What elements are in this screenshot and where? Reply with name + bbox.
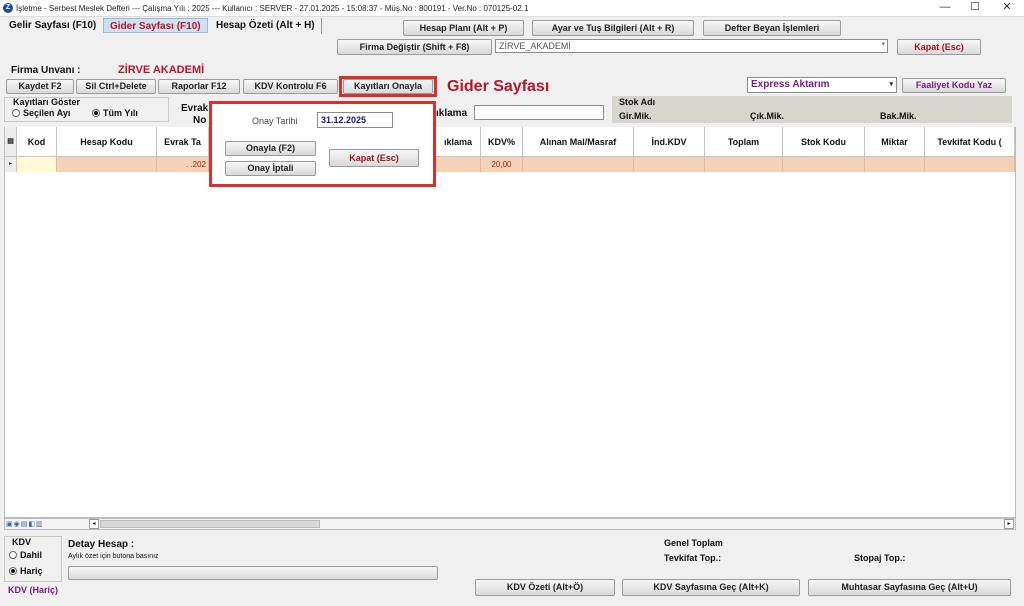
- title-bar: Z İşletme - Serbest Meslek Defteri --- Ç…: [0, 0, 1024, 17]
- kdv-group-label: KDV: [12, 537, 32, 547]
- firma-unvani-value: ZİRVE AKADEMİ: [118, 64, 205, 76]
- kdv-kontrolu-button[interactable]: KDV Kontrolu F6: [243, 79, 338, 94]
- aciklama-input[interactable]: [474, 105, 604, 120]
- row-cell-miktar[interactable]: [865, 157, 925, 172]
- tum-yili-label: Tüm Yılı: [103, 108, 138, 118]
- tevkifat-top-label: Tevkifat Top.:: [664, 553, 722, 563]
- onay-tarihi-label: Onay Tarihi: [252, 116, 298, 126]
- maximize-button[interactable]: ☐: [960, 1, 990, 15]
- stopaj-top-label: Stopaj Top.:: [854, 553, 906, 563]
- gir-mik-label: Gir.Mik.: [619, 111, 652, 121]
- firma-select[interactable]: ZİRVE_AKADEMİ ▾: [495, 39, 888, 53]
- tab-gider-sayfasi[interactable]: Gider Sayfası (F10): [103, 18, 208, 33]
- row-cell-aciklama[interactable]: [436, 157, 481, 172]
- col-header-stok-kodu[interactable]: Stok Kodu: [783, 127, 865, 157]
- horizontal-scrollbar[interactable]: [100, 520, 320, 528]
- highlight-box: [339, 76, 437, 97]
- kdv-dahil-radio[interactable]: [9, 551, 17, 559]
- row-cell-evrak-tarihi[interactable]: . .202: [157, 157, 209, 172]
- firma-unvani-label: Firma Unvanı :: [11, 65, 81, 76]
- col-header-hesap-kodu[interactable]: Hesap Kodu: [57, 127, 157, 157]
- close-window-button[interactable]: ✕: [992, 1, 1022, 15]
- row-cell-tevkifat[interactable]: [925, 157, 1015, 172]
- app-icon: Z: [3, 3, 13, 13]
- kdv-ozeti-button[interactable]: KDV Özeti (Alt+Ö): [475, 579, 615, 596]
- firma-degistir-button[interactable]: Firma Değiştir (Shift + F8): [337, 39, 492, 55]
- aciklama-label: ıklama: [436, 108, 468, 119]
- tab-divider: [321, 18, 322, 34]
- kdv-haric-radio[interactable]: [9, 567, 17, 575]
- onayla-button[interactable]: Onayla (F2): [225, 141, 316, 156]
- chevron-down-icon: ▾: [889, 81, 893, 88]
- grid-corner-icon: ▤: [5, 127, 17, 157]
- raporlar-button[interactable]: Raporlar F12: [158, 79, 240, 94]
- tab-hesap-ozeti[interactable]: Hesap Özeti (Alt + H): [210, 18, 321, 33]
- col-header-kdv[interactable]: KDV%: [481, 127, 523, 157]
- row-cell-ind-kdv[interactable]: [634, 157, 705, 172]
- kdv-haric-label: Hariç: [20, 566, 43, 576]
- bak-mik-label: Bak.Mik.: [880, 111, 917, 121]
- secilen-ayi-radio[interactable]: [12, 109, 20, 117]
- stok-panel: [612, 96, 1012, 123]
- minimize-button[interactable]: —: [930, 1, 960, 15]
- firma-select-value: ZİRVE_AKADEMİ: [499, 41, 571, 51]
- hesap-plani-button[interactable]: Hesap Planı (Alt + P): [403, 20, 524, 36]
- scroll-left-icon[interactable]: ◂: [89, 519, 99, 529]
- express-aktarim-select[interactable]: Express Aktarım ▾: [747, 77, 897, 93]
- col-header-toplam[interactable]: Toplam: [705, 127, 783, 157]
- data-grid[interactable]: [4, 127, 1016, 518]
- dialog-kapat-button[interactable]: Kapat (Esc): [329, 149, 419, 167]
- col-header-alinan-mal[interactable]: Alınan Mal/Masraf: [523, 127, 634, 157]
- ayar-tus-bilgileri-button[interactable]: Ayar ve Tuş Bilgileri (Alt + R): [532, 20, 694, 36]
- kdv-status: KDV (Hariç): [8, 585, 59, 595]
- kayitlari-goster-label: Kayıtları Göster: [13, 97, 81, 107]
- col-header-miktar[interactable]: Miktar: [865, 127, 925, 157]
- aylik-ozet-button[interactable]: [68, 566, 438, 580]
- genel-toplam-label: Genel Toplam: [664, 538, 723, 548]
- onay-iptali-button[interactable]: Onay İptali: [225, 161, 316, 176]
- onay-tarihi-input[interactable]: 31.12.2025: [317, 112, 393, 128]
- kaydet-button[interactable]: Kaydet F2: [6, 79, 74, 94]
- aylik-ozet-note: Aylık özet için butona basınız: [68, 553, 159, 560]
- chevron-down-icon: ▾: [881, 41, 885, 48]
- row-cell-kdv[interactable]: 20,00: [481, 157, 523, 172]
- col-header-kod[interactable]: Kod: [17, 127, 57, 157]
- cik-mik-label: Çık.Mik.: [750, 111, 785, 121]
- tum-yili-radio[interactable]: [92, 109, 100, 117]
- grid-nav-icons[interactable]: ▣◉▤◧▥: [6, 520, 44, 528]
- col-header-aciklama[interactable]: ıklama: [436, 127, 481, 157]
- tab-gelir-sayfasi[interactable]: Gelir Sayfası (F10): [3, 18, 102, 33]
- row-cell-alinan-mal[interactable]: [523, 157, 634, 172]
- defter-beyan-button[interactable]: Defter Beyan İşlemleri: [703, 20, 841, 36]
- faaliyet-kodu-button[interactable]: Faaliyet Kodu Yaz: [902, 78, 1006, 93]
- muhtasar-sayfasina-gec-button[interactable]: Muhtasar Sayfasına Geç (Alt+U): [808, 579, 1011, 596]
- window-title: İşletme - Serbest Meslek Defteri --- Çal…: [16, 4, 529, 13]
- kdv-dahil-label: Dahil: [20, 550, 43, 560]
- stok-adi-label: Stok Adı: [619, 97, 656, 107]
- row-cell-stok-kodu[interactable]: [783, 157, 865, 172]
- row-cell-kod[interactable]: [17, 157, 57, 172]
- col-header-tevkifat-kodu[interactable]: Tevkifat Kodu (: [925, 127, 1015, 157]
- secilen-ayi-label: Seçilen Ayı: [23, 108, 71, 118]
- page-title: Gider Sayfası: [447, 78, 550, 95]
- col-header-ind-kdv[interactable]: İnd.KDV: [634, 127, 705, 157]
- row-cell-toplam[interactable]: [705, 157, 783, 172]
- onay-dialog: Onay Tarihi 31.12.2025 Onayla (F2) Onay …: [209, 101, 436, 187]
- row-cell-hesap-kodu[interactable]: [57, 157, 157, 172]
- row-indicator-icon: ▸: [5, 157, 17, 172]
- no-label: No: [193, 115, 207, 126]
- kdv-sayfasina-gec-button[interactable]: KDV Sayfasına Geç (Alt+K): [622, 579, 800, 596]
- kapat-button[interactable]: Kapat (Esc): [897, 39, 981, 55]
- evrak-label: Evrak: [181, 103, 209, 114]
- col-header-evrak-tarihi[interactable]: Evrak Ta: [157, 127, 209, 157]
- scroll-right-icon[interactable]: ▸: [1004, 519, 1014, 529]
- sil-button[interactable]: Sil Ctrl+Delete: [76, 79, 156, 94]
- detay-hesap-label: Detay Hesap :: [68, 539, 135, 550]
- express-aktarim-value: Express Aktarım: [751, 79, 830, 90]
